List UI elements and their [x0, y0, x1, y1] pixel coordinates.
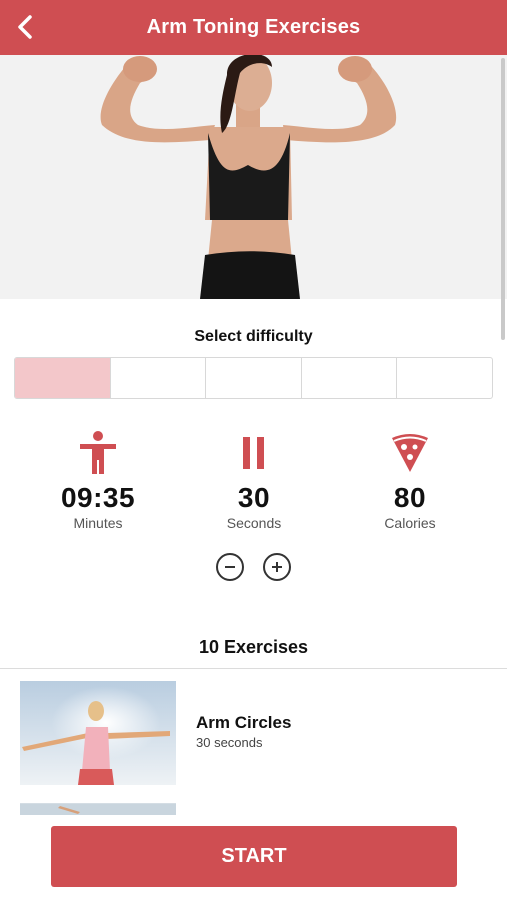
difficulty-level-5[interactable] — [397, 358, 492, 398]
pizza-icon — [392, 434, 428, 472]
plus-circle-icon — [272, 562, 282, 572]
difficulty-level-4[interactable] — [302, 358, 398, 398]
minus-circle-icon — [225, 566, 235, 568]
calories-value: 80 — [393, 482, 427, 513]
interval-value: 30 — [237, 482, 271, 513]
page-title: Arm Toning Exercises — [146, 16, 361, 38]
stat-interval: 30 Seconds — [184, 430, 324, 531]
duration-value: 09:35 — [60, 482, 136, 513]
exercise-item[interactable]: Arm Circles 30 seconds — [20, 681, 490, 785]
person-icon — [80, 431, 116, 474]
exercise-name: Arm Circles — [196, 713, 292, 732]
difficulty-selector[interactable] — [14, 357, 493, 399]
app-header: Arm Toning Exercises — [0, 0, 507, 55]
exercise-thumbnail — [20, 681, 176, 785]
start-button[interactable]: START — [51, 826, 457, 887]
difficulty-label: Select difficulty — [194, 328, 313, 345]
stat-duration: 09:35 Minutes — [28, 430, 168, 531]
hero-image — [0, 55, 507, 299]
difficulty-level-1[interactable] — [15, 358, 111, 398]
pause-icon — [243, 437, 264, 469]
interval-unit: Seconds — [226, 515, 282, 531]
exercise-duration: 30 seconds — [196, 735, 263, 750]
duration-unit: Minutes — [73, 515, 123, 531]
decrease-button[interactable] — [216, 553, 244, 581]
difficulty-level-3[interactable] — [206, 358, 302, 398]
stat-calories: 80 Calories — [340, 430, 480, 531]
calories-unit: Calories — [384, 515, 436, 531]
exercise-thumbnail — [20, 803, 176, 815]
scrollbar[interactable] — [501, 58, 505, 340]
increase-button[interactable] — [263, 553, 291, 581]
difficulty-level-2[interactable] — [111, 358, 207, 398]
exercise-count: 10 Exercises — [198, 637, 309, 657]
divider — [0, 668, 507, 669]
